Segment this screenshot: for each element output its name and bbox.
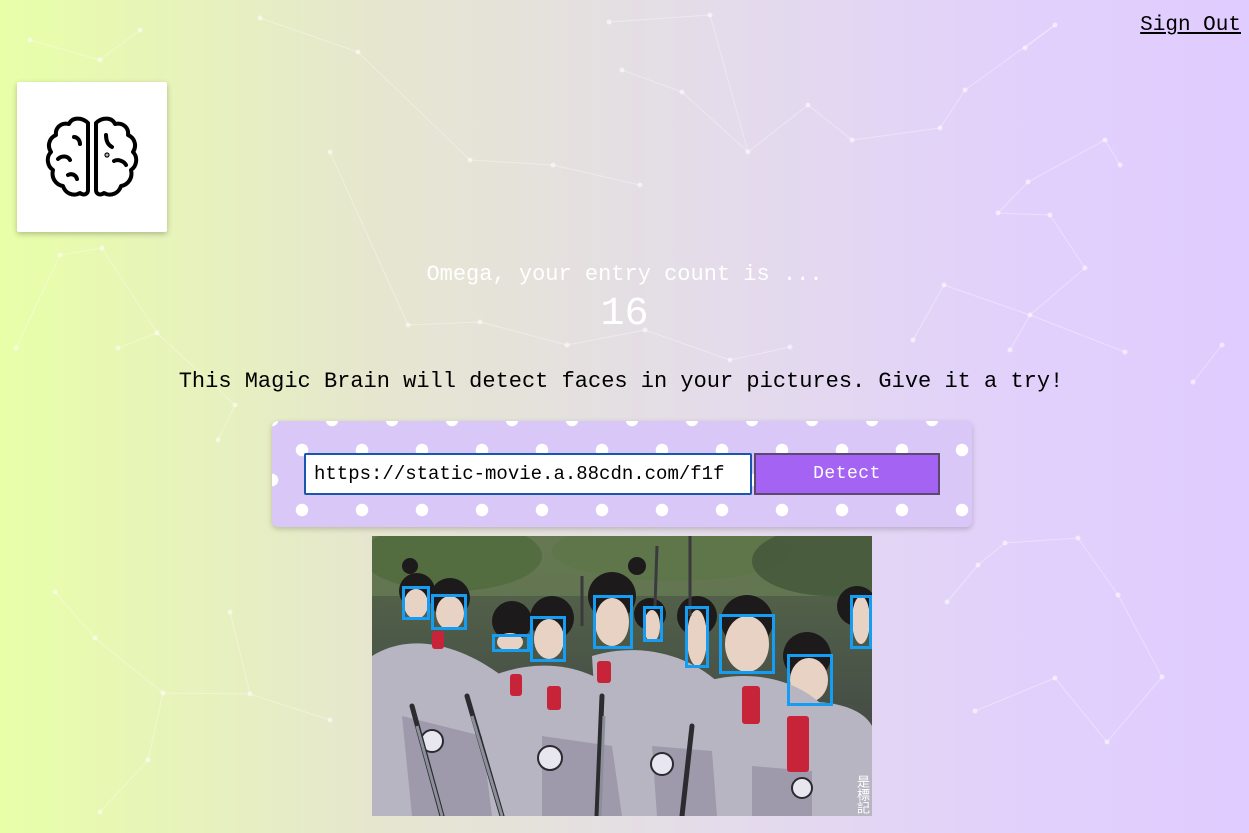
face-box xyxy=(850,595,872,649)
face-box xyxy=(402,586,430,620)
image-link-form: Detect xyxy=(272,421,972,527)
entry-count-number: 16 xyxy=(600,292,649,337)
entry-count-message: Omega, your entry count is ... xyxy=(426,262,823,287)
face-box xyxy=(685,606,709,668)
face-box xyxy=(719,614,775,674)
face-box xyxy=(530,616,566,662)
image-watermark: 是標記 xyxy=(854,775,869,814)
face-box xyxy=(492,634,530,652)
brain-icon xyxy=(45,116,139,197)
page-description: This Magic Brain will detect faces in yo… xyxy=(178,369,1064,394)
face-box xyxy=(593,595,633,649)
face-box xyxy=(643,606,663,642)
detect-button[interactable]: Detect xyxy=(754,453,940,495)
face-box xyxy=(787,654,833,706)
logo-tile xyxy=(17,82,167,232)
face-box xyxy=(431,594,467,630)
face-detection-image: 是標記 xyxy=(372,536,872,816)
sign-out-link[interactable]: Sign Out xyxy=(1140,14,1241,37)
image-url-input[interactable] xyxy=(304,453,752,495)
